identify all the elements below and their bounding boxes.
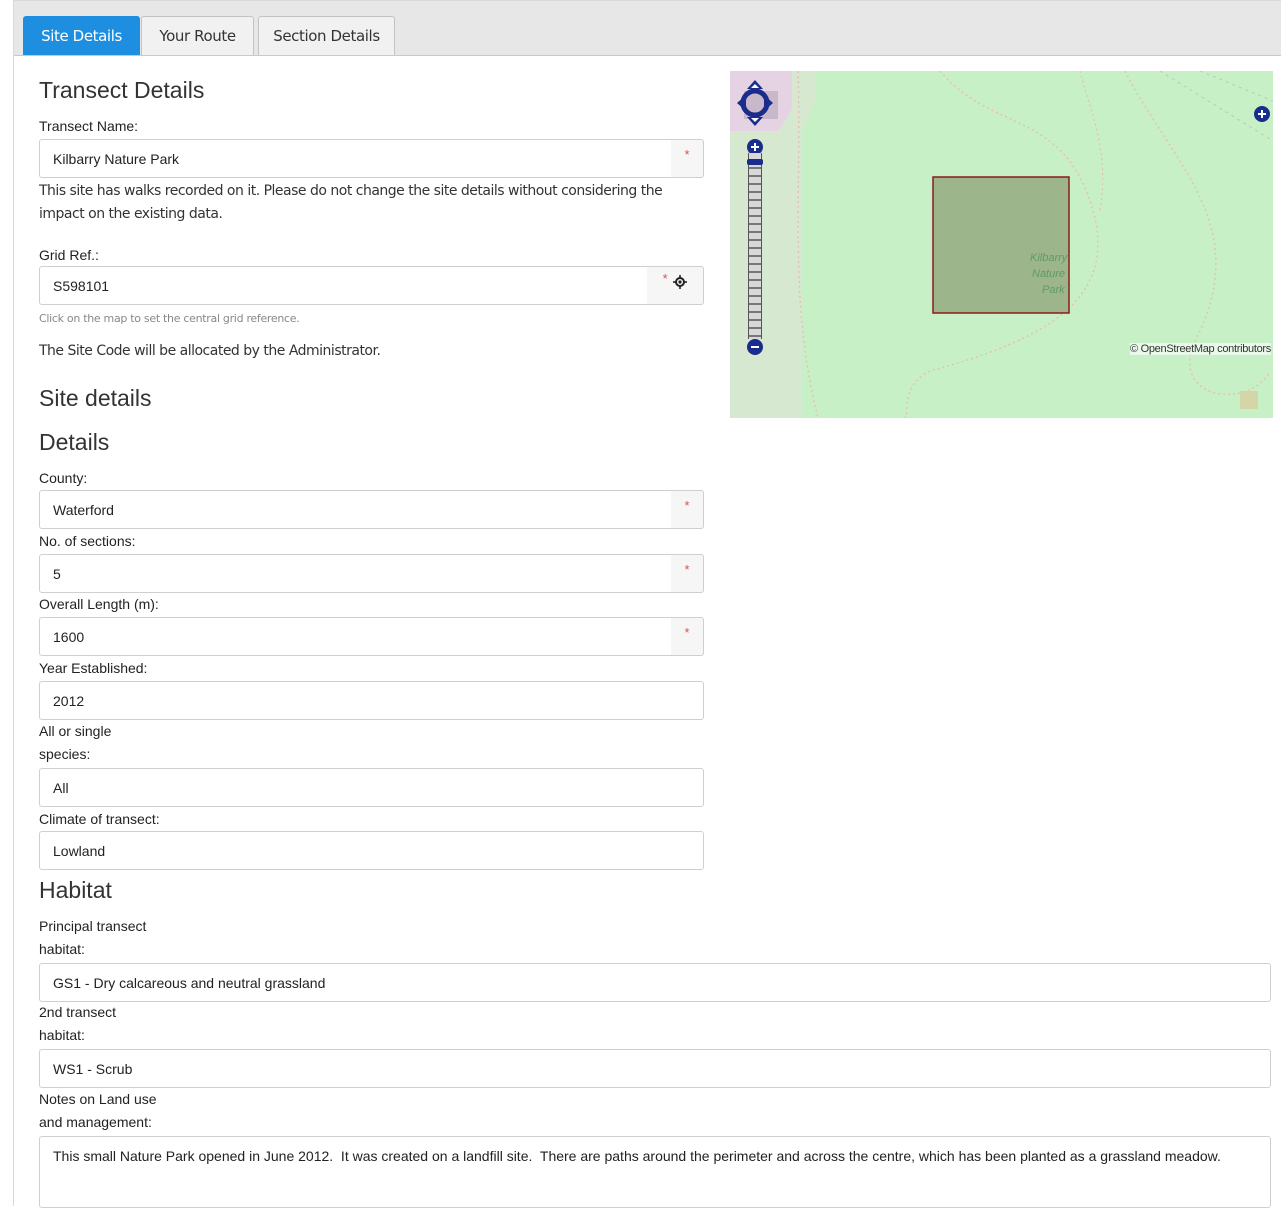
grid-ref-addon[interactable]: * — [647, 266, 704, 305]
habitat-heading: Habitat — [39, 877, 112, 903]
tab-your-route[interactable]: Your Route — [141, 16, 254, 55]
required-indicator: * — [662, 271, 668, 286]
species-input[interactable] — [39, 768, 704, 807]
tab-section-details[interactable]: Section Details — [258, 16, 395, 55]
required-indicator: * — [671, 617, 704, 656]
pan-icon[interactable] — [736, 79, 774, 127]
required-indicator: * — [671, 554, 704, 593]
principal-habitat-label-line1: Principal transect — [39, 918, 147, 934]
zoom-slider-handle[interactable] — [747, 159, 763, 165]
second-habitat-label-line2: habitat: — [39, 1027, 85, 1043]
second-habitat-input[interactable] — [39, 1049, 1271, 1088]
grid-ref-help-text: Click on the map to set the central grid… — [39, 312, 300, 325]
crosshair-icon[interactable] — [673, 274, 688, 289]
zoom-out-icon[interactable] — [747, 339, 763, 355]
map-attribution: © OpenStreetMap contributors — [1130, 343, 1271, 355]
climate-input[interactable] — [39, 831, 704, 870]
tab-bar: Site Details Your Route Section Details — [14, 1, 1281, 56]
notes-label-line1: Notes on Land use — [39, 1091, 157, 1107]
county-label: County: — [39, 470, 88, 486]
notes-textarea[interactable] — [39, 1136, 1271, 1208]
climate-label: Climate of transect: — [39, 811, 160, 827]
length-label: Overall Length (m): — [39, 596, 159, 612]
county-input[interactable] — [39, 490, 672, 529]
walks-warning-text: This site has walks recorded on it. Plea… — [39, 183, 663, 222]
sections-input[interactable] — [39, 554, 672, 593]
map-place-label-2: Nature — [1032, 268, 1065, 280]
year-input[interactable] — [39, 681, 704, 720]
required-indicator: * — [671, 139, 704, 178]
year-label: Year Established: — [39, 660, 148, 676]
zoom-bar[interactable] — [747, 139, 763, 355]
second-habitat-label-line1: 2nd transect — [39, 1004, 117, 1020]
site-details-heading: Site details — [39, 385, 152, 411]
notes-label-line2: and management: — [39, 1114, 152, 1130]
required-indicator: * — [671, 490, 704, 529]
map-place-label-1: Kilbarry — [1030, 252, 1069, 264]
transect-details-heading: Transect Details — [39, 77, 205, 103]
sections-label: No. of sections: — [39, 533, 136, 549]
page-frame: Site Details Your Route Section Details … — [13, 0, 1281, 1208]
zoom-slider-track[interactable] — [748, 153, 762, 339]
map-canvas[interactable]: Kilbarry Nature Park — [730, 71, 1273, 418]
map-panel[interactable]: Kilbarry Nature Park © OpenStreetMap con… — [730, 71, 1273, 418]
principal-habitat-label-line2: habitat: — [39, 941, 85, 957]
species-label-line2: species: — [39, 746, 91, 762]
grid-ref-input[interactable] — [39, 266, 648, 305]
transect-name-input[interactable] — [39, 139, 672, 178]
map-place-label-3: Park — [1042, 284, 1065, 296]
transect-name-label: Transect Name: — [39, 118, 139, 134]
layer-switcher-icon[interactable] — [1240, 391, 1258, 409]
length-input[interactable] — [39, 617, 672, 656]
layer-switcher-icon[interactable] — [1254, 106, 1270, 122]
grid-ref-label: Grid Ref.: — [39, 247, 99, 263]
principal-habitat-input[interactable] — [39, 963, 1271, 1002]
species-label-line1: All or single — [39, 723, 112, 739]
details-heading: Details — [39, 429, 110, 455]
tab-site-details[interactable]: Site Details — [23, 16, 140, 55]
site-code-note: The Site Code will be allocated by the A… — [39, 343, 381, 359]
